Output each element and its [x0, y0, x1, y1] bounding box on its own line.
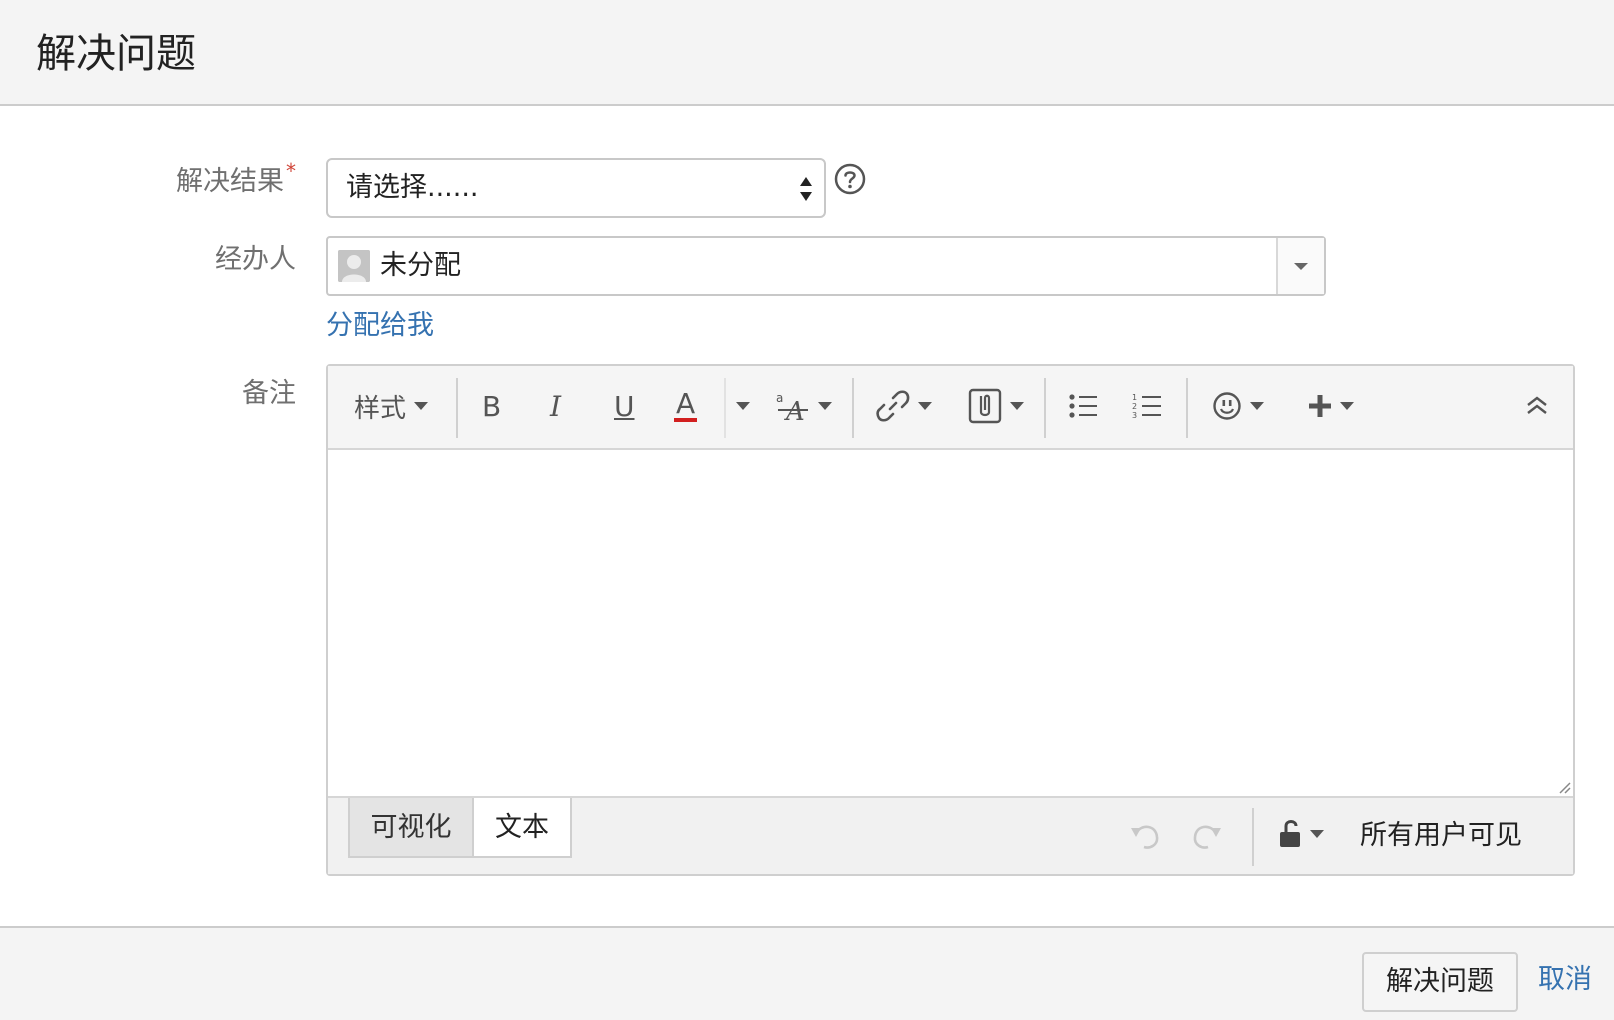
emoticon-button[interactable] [1212, 384, 1264, 428]
toolbar-divider [456, 378, 458, 438]
italic-button[interactable]: I [550, 384, 561, 428]
assignee-select[interactable]: 未分配 [326, 236, 1326, 296]
bold-button[interactable]: B [482, 384, 501, 428]
visibility-dropdown[interactable] [1278, 814, 1324, 854]
resolution-select[interactable]: 请选择...... [326, 158, 826, 218]
dialog-footer: 解决问题 取消 [0, 926, 1614, 1020]
comment-editor: 样式 B I U A a A 1 2 3 可视化 文本 所有用户可见 [326, 364, 1575, 876]
double-chevron-up-icon [1527, 396, 1547, 414]
assignee-label: 经办人 [215, 244, 296, 275]
toolbar-divider [1186, 378, 1188, 438]
smiley-icon [1213, 392, 1241, 420]
assign-to-me-link[interactable]: 分配给我 [326, 308, 434, 344]
plus-icon [1309, 395, 1331, 417]
cancel-link[interactable]: 取消 [1538, 958, 1592, 1002]
chevron-down-icon [414, 402, 429, 410]
unlock-icon [1280, 820, 1300, 847]
bullet-list-button[interactable] [1068, 384, 1098, 428]
visibility-label[interactable]: 所有用户可见 [1360, 816, 1522, 856]
tab-text[interactable]: 文本 [474, 798, 572, 858]
resolution-select-value: 请选择...... [346, 172, 479, 203]
toolbar-divider [1044, 378, 1046, 438]
tab-visual[interactable]: 可视化 [348, 798, 474, 858]
svg-text:1: 1 [1132, 393, 1137, 402]
required-mark: * [286, 159, 296, 183]
redo-icon[interactable] [1188, 818, 1224, 854]
italic-icon: I [550, 389, 562, 423]
svg-text:a: a [776, 391, 783, 405]
numbered-list-icon: 1 2 3 [1132, 393, 1161, 420]
chevron-down-icon [1010, 402, 1024, 410]
chevron-down-icon [1250, 402, 1264, 410]
chevron-down-icon [1294, 263, 1308, 270]
editor-toolbar: 样式 B I U A a A 1 2 3 [328, 366, 1573, 450]
style-dropdown[interactable]: 样式 [354, 384, 429, 428]
link-button[interactable] [876, 384, 932, 428]
dialog-title: 解决问题 [36, 31, 196, 77]
bullet-list-icon [1069, 394, 1097, 418]
underline-icon: U [614, 389, 635, 423]
bold-icon: B [482, 389, 502, 423]
underline-button[interactable]: U [614, 384, 635, 428]
select-arrows-icon [800, 177, 812, 201]
svg-text:3: 3 [1132, 411, 1137, 420]
help-icon[interactable] [834, 163, 866, 195]
text-color-dropdown[interactable] [728, 384, 750, 428]
chevron-down-icon [1310, 830, 1324, 838]
collapse-toolbar-button[interactable] [1524, 384, 1550, 428]
chevron-down-icon [918, 402, 932, 410]
attachment-icon [968, 388, 1002, 424]
toolbar-divider [724, 378, 726, 438]
chevron-down-icon [818, 402, 832, 410]
assignee-value: 未分配 [380, 250, 461, 281]
editor-footer: 可视化 文本 所有用户可见 [328, 798, 1573, 874]
footer-divider [1252, 808, 1254, 866]
resolution-label: 解决结果 * [176, 159, 296, 201]
strikethrough-format-icon: a A [776, 391, 808, 424]
undo-icon[interactable] [1128, 818, 1164, 854]
numbered-list-button[interactable]: 1 2 3 [1132, 384, 1162, 428]
resize-grip-icon[interactable] [1557, 780, 1571, 794]
link-icon [876, 390, 910, 422]
text-effects-button[interactable]: a A [774, 384, 832, 428]
assignee-dropdown-button[interactable] [1276, 238, 1324, 294]
text-color-button[interactable]: A [674, 384, 698, 428]
resolution-label-text: 解决结果 [176, 166, 284, 197]
chevron-down-icon [1340, 402, 1354, 410]
toolbar-divider [852, 378, 854, 438]
style-dropdown-label: 样式 [354, 393, 407, 424]
dialog-header: 解决问题 [0, 0, 1614, 106]
avatar [338, 250, 370, 282]
resolve-issue-button[interactable]: 解决问题 [1362, 952, 1518, 1012]
text-color-icon: A [674, 387, 698, 422]
comment-label: 备注 [242, 378, 296, 409]
comment-textarea[interactable] [328, 450, 1573, 798]
attachment-button[interactable] [968, 384, 1024, 428]
chevron-down-icon [736, 402, 750, 410]
user-avatar-icon [338, 250, 370, 282]
insert-more-button[interactable] [1308, 384, 1354, 428]
svg-text:2: 2 [1132, 402, 1137, 411]
